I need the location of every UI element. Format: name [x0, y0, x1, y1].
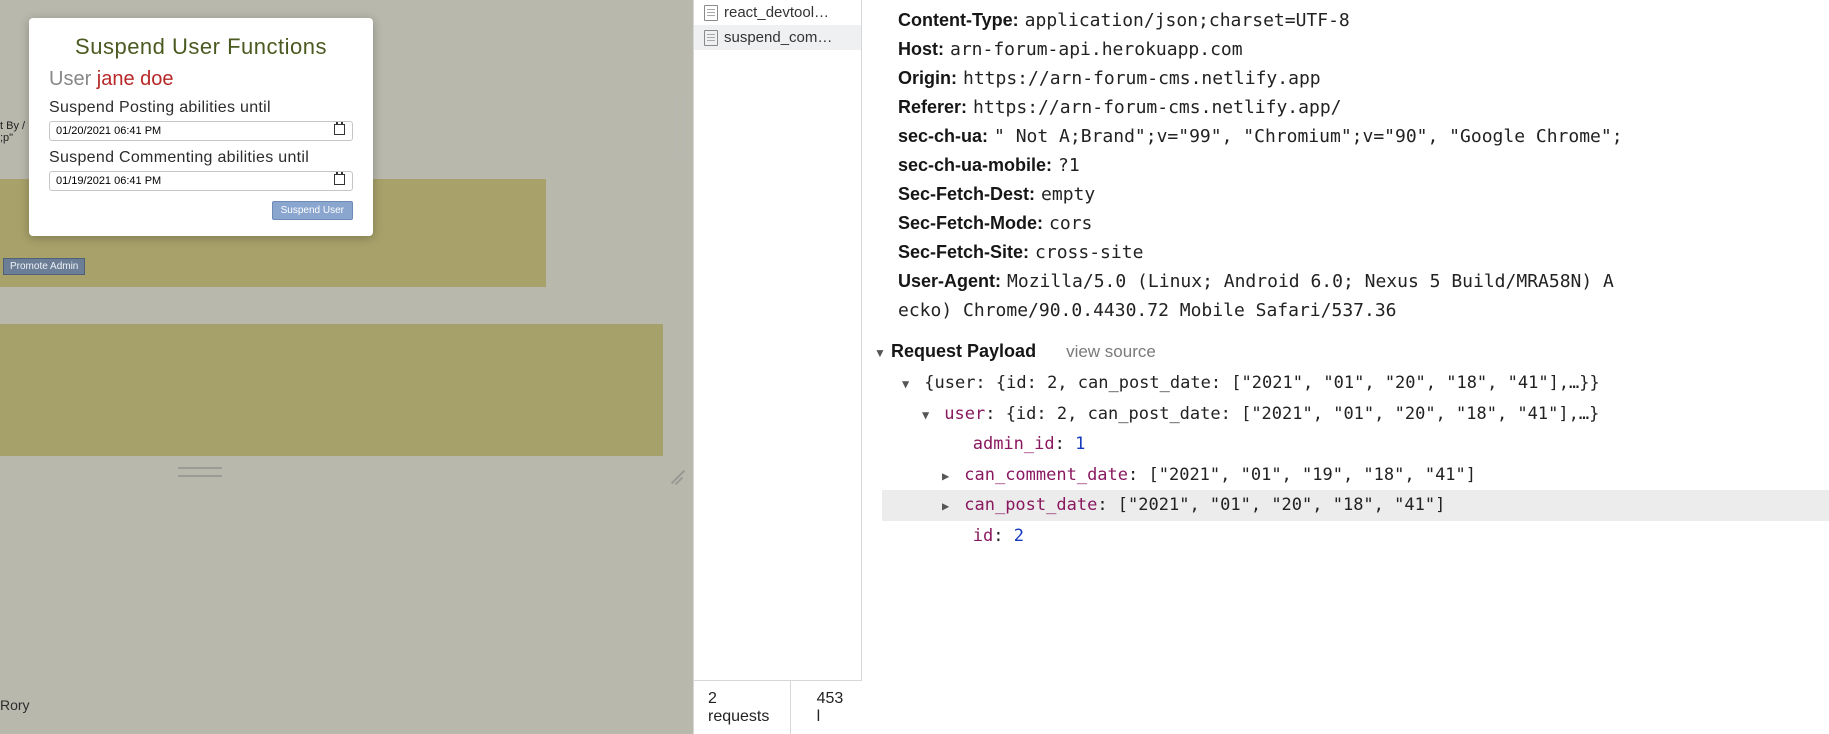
header-key: Referer:	[898, 97, 967, 117]
header-key: Sec-Fetch-Dest:	[898, 184, 1035, 204]
vertical-splitter-icon[interactable]	[676, 96, 686, 156]
calendar-icon[interactable]	[334, 174, 345, 185]
request-item-react-devtool[interactable]: react_devtool…	[694, 0, 861, 25]
json-key: user	[944, 404, 985, 424]
app-viewport: t By / ;p" Promote Admin Rory © Aaron Ro…	[0, 0, 693, 734]
header-key: Sec-Fetch-Site:	[898, 242, 1029, 262]
view-source-link[interactable]: view source	[1066, 342, 1156, 362]
transfer-size: 453 l	[803, 681, 862, 734]
header-key: User-Agent:	[898, 271, 1001, 291]
devtools-details: Content-Type: application/json;charset=UT…	[862, 0, 1829, 734]
json-value: 2	[1014, 526, 1024, 546]
json-row[interactable]: can_comment_date: ["2021", "01", "19", "…	[882, 460, 1829, 491]
header-value: cors	[1049, 213, 1092, 234]
json-value: ["2021", "01", "19", "18", "41"]	[1149, 465, 1477, 485]
devtools-status-bar: 2 requests 453 l	[694, 680, 862, 734]
header-value: https://arn-forum-cms.netlify.app/	[973, 97, 1341, 118]
header-value: application/json;charset=UTF-8	[1025, 10, 1350, 31]
username: jane doe	[97, 68, 174, 90]
triangle-right-icon	[942, 496, 954, 518]
payload-json-tree: {user: {id: 2, can_post_date: ["2021", "…	[862, 368, 1829, 552]
json-key: can_comment_date	[964, 465, 1128, 485]
background-panel: Rory © Aaron Rory Newbold 2020	[0, 324, 663, 456]
header-value: Mozilla/5.0 (Linux; Android 6.0; Nexus 5…	[1007, 271, 1614, 292]
request-item-label: suspend_com…	[724, 29, 832, 46]
json-key: admin_id	[973, 434, 1055, 454]
modal-title: Suspend User Functions	[49, 34, 353, 60]
triangle-down-icon	[874, 346, 886, 360]
header-key: Host:	[898, 39, 944, 59]
resize-grip-icon[interactable]	[671, 468, 689, 486]
json-row: id: 2	[882, 521, 1829, 552]
json-row: admin_id: 1	[882, 429, 1829, 460]
json-key: id	[973, 526, 993, 546]
json-row[interactable]: {user: {id: 2, can_post_date: ["2021", "…	[882, 368, 1829, 399]
header-value: https://arn-forum-cms.netlify.app	[963, 68, 1321, 89]
header-value: ?1	[1058, 155, 1080, 176]
json-value: ["2021", "01", "20", "18", "41"]	[1118, 495, 1446, 515]
json-row[interactable]: can_post_date: ["2021", "01", "20", "18"…	[882, 490, 1829, 521]
json-row[interactable]: user: {id: 2, can_post_date: ["2021", "0…	[882, 399, 1829, 430]
header-key: Sec-Fetch-Mode:	[898, 213, 1043, 233]
drawer-drag-handle-icon[interactable]	[178, 467, 222, 477]
request-headers: Content-Type: application/json;charset=UT…	[862, 0, 1829, 335]
request-payload-section: Request Payload view source {user: {id: …	[862, 335, 1829, 552]
requests-list: react_devtool… suspend_com… 2 requests 4…	[694, 0, 862, 734]
header-key: Origin:	[898, 68, 957, 88]
json-text: {user: {id: 2, can_post_date: ["2021", "…	[924, 373, 1600, 393]
file-icon	[704, 5, 718, 21]
modal-user-line: User jane doe	[49, 68, 353, 91]
json-value: {id: 2, can_post_date: ["2021", "01", "2…	[1006, 404, 1600, 424]
calendar-icon[interactable]	[334, 124, 345, 135]
root: t By / ;p" Promote Admin Rory © Aaron Ro…	[0, 0, 1829, 734]
header-key: sec-ch-ua-mobile:	[898, 155, 1052, 175]
header-key: Content-Type:	[898, 10, 1019, 30]
request-item-label: react_devtool…	[724, 4, 829, 21]
header-key: sec-ch-ua:	[898, 126, 988, 146]
request-item-suspend-com[interactable]: suspend_com…	[694, 25, 861, 50]
header-value: empty	[1041, 184, 1095, 205]
header-value: " Not A;Brand";v="99", "Chromium";v="90"…	[994, 126, 1623, 147]
user-prefix: User	[49, 68, 91, 90]
suspend-user-modal: Suspend User Functions User jane doe Sus…	[29, 18, 373, 236]
header-value: cross-site	[1035, 242, 1143, 263]
author-name: Rory	[0, 697, 30, 713]
payload-title: Request Payload	[891, 341, 1036, 361]
suspend-posting-label: Suspend Posting abilities until	[49, 99, 353, 117]
suspend-commenting-input[interactable]	[49, 171, 353, 191]
suspend-user-button[interactable]: Suspend User	[272, 201, 353, 220]
header-value: arn-forum-api.herokuapp.com	[950, 39, 1243, 60]
payload-toggle[interactable]: Request Payload	[874, 341, 1036, 362]
suspend-posting-input[interactable]	[49, 121, 353, 141]
json-value: 1	[1075, 434, 1085, 454]
json-key: can_post_date	[964, 495, 1097, 515]
suspend-commenting-label: Suspend Commenting abilities until	[49, 149, 353, 167]
requests-count: 2 requests	[694, 681, 791, 734]
triangle-down-icon	[922, 405, 934, 427]
promote-admin-button[interactable]: Promote Admin	[3, 258, 85, 275]
triangle-right-icon	[942, 466, 954, 488]
header-value-cont: ecko) Chrome/90.0.4430.72 Mobile Safari/…	[898, 296, 1809, 325]
file-icon	[704, 30, 718, 46]
triangle-down-icon	[902, 374, 914, 396]
devtools-pane: react_devtool… suspend_com… 2 requests 4…	[693, 0, 1829, 734]
